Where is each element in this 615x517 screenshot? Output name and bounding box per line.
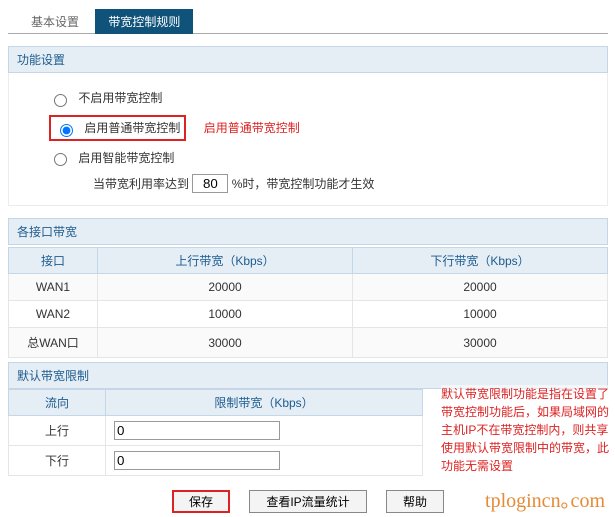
section-title-func: 功能设置 bbox=[8, 46, 608, 73]
table-row: WAN1 20000 20000 bbox=[9, 274, 608, 301]
radio-enable-smart[interactable] bbox=[54, 153, 67, 166]
label-disable: 不启用带宽控制 bbox=[78, 91, 162, 105]
ports-table: 接口 上行带宽（Kbps） 下行带宽（Kbps） WAN1 20000 2000… bbox=[8, 247, 608, 358]
threshold-input[interactable] bbox=[192, 174, 228, 193]
limit-down-input[interactable] bbox=[114, 451, 280, 470]
limit-up-input[interactable] bbox=[114, 421, 280, 440]
radio-disable[interactable] bbox=[54, 94, 67, 107]
help-button[interactable]: 帮助 bbox=[386, 490, 444, 513]
tab-basic[interactable]: 基本设置 bbox=[18, 9, 92, 34]
col-if: 接口 bbox=[9, 248, 98, 274]
col-direction: 流向 bbox=[9, 390, 106, 416]
radio-enable-normal[interactable] bbox=[60, 124, 73, 137]
section-title-ports: 各接口带宽 bbox=[8, 218, 608, 245]
label-enable-smart: 启用智能带宽控制 bbox=[78, 151, 174, 165]
label-enable-normal: 启用普通带宽控制 bbox=[84, 121, 180, 135]
tab-bandwidth-rules[interactable]: 带宽控制规则 bbox=[95, 9, 193, 34]
col-limit: 限制带宽（Kbps） bbox=[106, 390, 423, 416]
table-row: 下行 bbox=[9, 446, 423, 476]
default-limit-table: 流向 限制带宽（Kbps） 上行 下行 bbox=[8, 389, 423, 476]
view-ip-stats-button[interactable]: 查看IP流量统计 bbox=[249, 490, 366, 513]
threshold-prefix: 当带宽利用率达到 bbox=[93, 177, 189, 191]
default-limit-note: 默认带宽限制功能是指在设置了带宽控制功能后，如果局域网的主机IP不在带宽控制内，… bbox=[441, 385, 611, 475]
col-up: 上行带宽（Kbps） bbox=[98, 248, 353, 274]
threshold-suffix: %时，带宽控制功能才生效 bbox=[232, 177, 375, 191]
col-down: 下行带宽（Kbps） bbox=[353, 248, 608, 274]
note-enable-normal: 启用普通带宽控制 bbox=[204, 121, 300, 135]
table-row: 总WAN口 30000 30000 bbox=[9, 328, 608, 358]
table-row: WAN2 10000 10000 bbox=[9, 301, 608, 328]
save-button[interactable]: 保存 bbox=[172, 490, 230, 513]
watermark: tplogincn｡com bbox=[485, 484, 605, 513]
table-row: 上行 bbox=[9, 416, 423, 446]
